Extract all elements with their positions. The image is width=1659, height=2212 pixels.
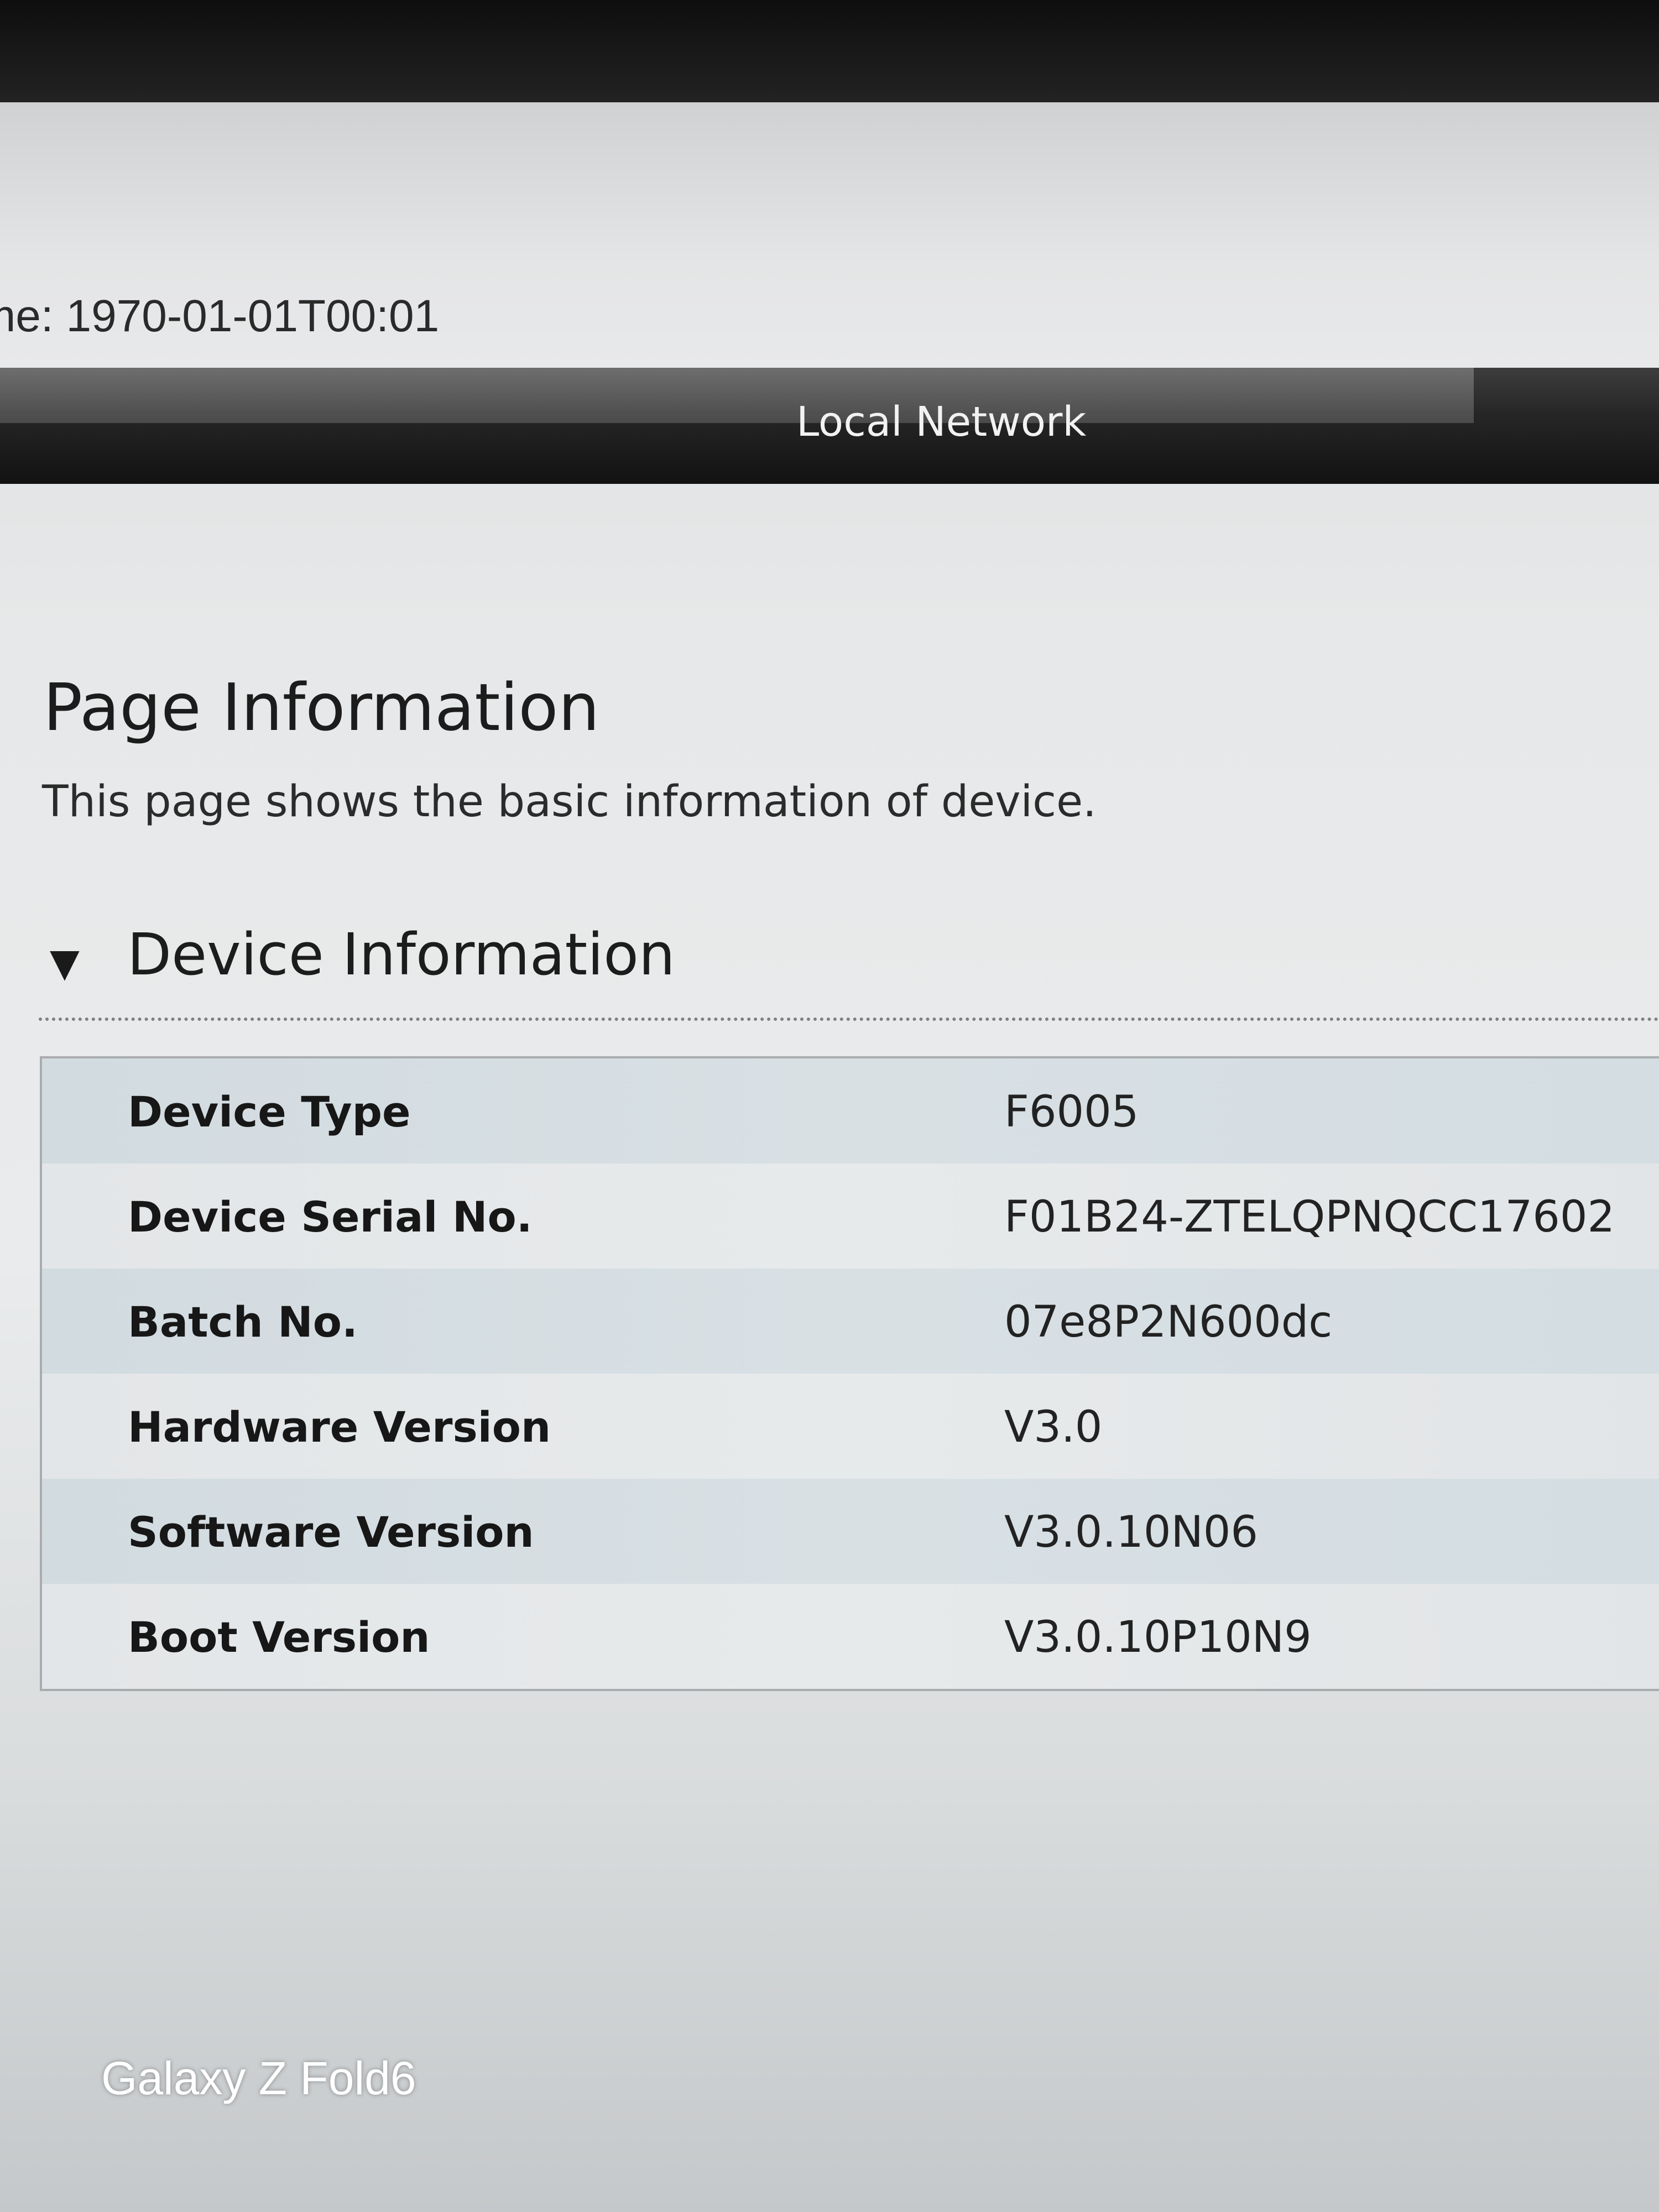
- page-description: This page shows the basic information of…: [42, 777, 1097, 827]
- table-row: Hardware Version V3.0: [42, 1374, 1659, 1479]
- table-row: Device Type F6005: [42, 1058, 1659, 1164]
- row-label: Device Serial No.: [128, 1192, 533, 1241]
- table-row: Boot Version V3.0.10P10N9: [42, 1584, 1659, 1689]
- triangle-down-icon: ▼: [50, 940, 80, 985]
- device-info-table: Device Type F6005 Device Serial No. F01B…: [40, 1056, 1659, 1691]
- page-title: Page Information: [43, 669, 600, 745]
- row-label: Boot Version: [128, 1613, 430, 1662]
- main-content: Page Information This page shows the bas…: [0, 484, 1659, 2212]
- row-label: Software Version: [128, 1507, 534, 1557]
- row-value: V3.0.10N06: [1004, 1507, 1259, 1557]
- monitor-bezel: [0, 0, 1659, 105]
- browser-screen: me: 1970-01-01T00:01 Local Network Page …: [0, 102, 1659, 2212]
- tab-local-network[interactable]: Local Network: [796, 398, 1086, 446]
- row-label: Hardware Version: [128, 1402, 551, 1452]
- section-title: Device Information: [127, 921, 675, 988]
- table-row: Batch No. 07e8P2N600dc: [42, 1269, 1659, 1374]
- status-bar: me: 1970-01-01T00:01: [0, 102, 1659, 368]
- row-value: V3.0.10P10N9: [1004, 1613, 1312, 1662]
- row-value: V3.0: [1004, 1402, 1103, 1452]
- camera-watermark: Galaxy Z Fold6: [101, 2052, 416, 2104]
- nav-active-highlight: [0, 368, 1474, 423]
- row-value: F01B24-ZTELQPNQCC17602: [1004, 1192, 1615, 1242]
- row-value: 07e8P2N600dc: [1004, 1297, 1333, 1347]
- row-label: Batch No.: [128, 1297, 358, 1347]
- table-row: Device Serial No. F01B24-ZTELQPNQCC17602: [42, 1164, 1659, 1269]
- top-navigation: Local Network: [0, 368, 1659, 484]
- device-information-section-toggle[interactable]: ▼ Device Information: [44, 921, 1659, 993]
- row-label: Device Type: [128, 1087, 411, 1136]
- table-row: Software Version V3.0.10N06: [42, 1479, 1659, 1584]
- section-divider: [39, 1018, 1659, 1021]
- row-value: F6005: [1004, 1087, 1139, 1137]
- system-time: me: 1970-01-01T00:01: [0, 291, 440, 341]
